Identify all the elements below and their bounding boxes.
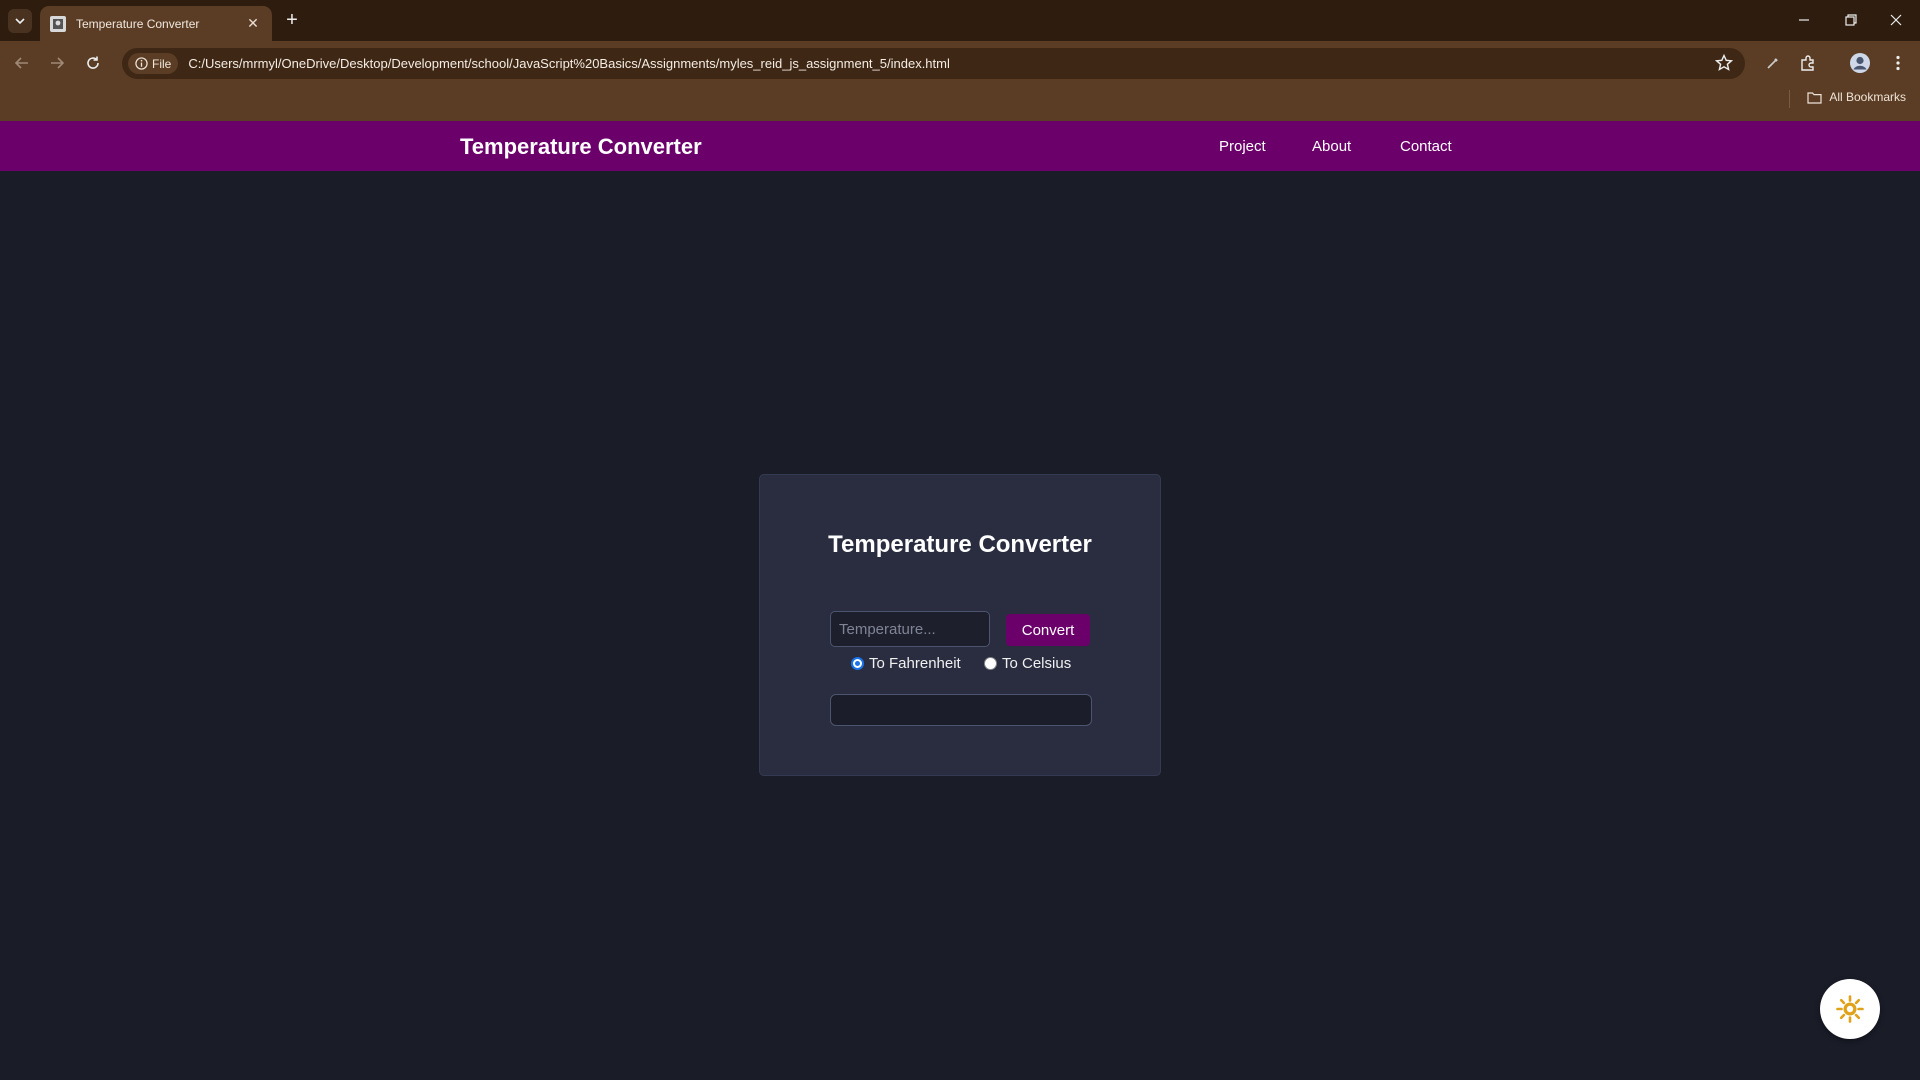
address-bar[interactable]: File C:/Users/mrmyl/OneDrive/Desktop/Dev… xyxy=(122,48,1745,79)
tab-close-icon[interactable]: ✕ xyxy=(244,15,262,32)
restore-icon[interactable] xyxy=(1839,8,1863,32)
eyedropper-icon[interactable] xyxy=(1761,51,1785,75)
browser-tab-strip: Temperature Converter ✕ + xyxy=(0,0,1920,41)
reload-icon[interactable] xyxy=(81,51,105,75)
profile-avatar[interactable] xyxy=(1848,51,1872,75)
all-bookmarks-button[interactable]: All Bookmarks xyxy=(1807,90,1906,104)
more-menu-icon[interactable] xyxy=(1886,51,1910,75)
result-output xyxy=(830,694,1092,726)
browser-tab[interactable]: Temperature Converter ✕ xyxy=(40,6,272,41)
browser-toolbar: File C:/Users/mrmyl/OneDrive/Desktop/Dev… xyxy=(0,41,1920,121)
site-info-chip[interactable]: File xyxy=(128,53,179,74)
site-navbar: Temperature Converter Project About Cont… xyxy=(0,121,1920,171)
bookmarks-separator xyxy=(1789,90,1790,108)
minimize-icon[interactable] xyxy=(1792,8,1816,32)
theme-toggle-button[interactable] xyxy=(1820,979,1880,1039)
radio-fahrenheit-control[interactable] xyxy=(851,657,864,670)
all-bookmarks-label: All Bookmarks xyxy=(1829,90,1906,104)
nav-link-project[interactable]: Project xyxy=(1219,138,1266,155)
tab-title: Temperature Converter xyxy=(76,16,200,31)
info-icon xyxy=(135,57,148,70)
convert-button[interactable]: Convert xyxy=(1006,614,1090,646)
radio-to-fahrenheit[interactable]: To Fahrenheit xyxy=(851,655,961,672)
page-favicon-icon xyxy=(50,15,66,32)
radio-to-celsius[interactable]: To Celsius xyxy=(984,655,1071,672)
temperature-input[interactable] xyxy=(830,611,990,647)
converter-card: Temperature Converter Convert To Fahrenh… xyxy=(759,474,1161,776)
new-tab-button[interactable]: + xyxy=(280,8,304,32)
folder-icon xyxy=(1807,91,1822,104)
forward-icon[interactable] xyxy=(45,51,69,75)
bookmark-star-icon[interactable] xyxy=(1714,53,1734,77)
site-brand[interactable]: Temperature Converter xyxy=(460,134,702,160)
extensions-icon[interactable] xyxy=(1796,51,1820,75)
back-icon[interactable] xyxy=(10,51,34,75)
sun-icon xyxy=(1836,995,1864,1023)
converter-heading: Temperature Converter xyxy=(828,531,1092,558)
url-text[interactable]: C:/Users/mrmyl/OneDrive/Desktop/Developm… xyxy=(188,56,950,71)
site-chip-label: File xyxy=(152,56,172,71)
close-window-icon[interactable] xyxy=(1884,8,1908,32)
nav-link-about[interactable]: About xyxy=(1312,138,1351,155)
nav-link-contact[interactable]: Contact xyxy=(1400,138,1452,155)
chevron-down-icon xyxy=(15,18,25,25)
radio-fahrenheit-label: To Fahrenheit xyxy=(869,655,961,672)
radio-celsius-label: To Celsius xyxy=(1002,655,1072,672)
tab-search-button[interactable] xyxy=(8,9,32,33)
radio-celsius-control[interactable] xyxy=(984,657,997,670)
